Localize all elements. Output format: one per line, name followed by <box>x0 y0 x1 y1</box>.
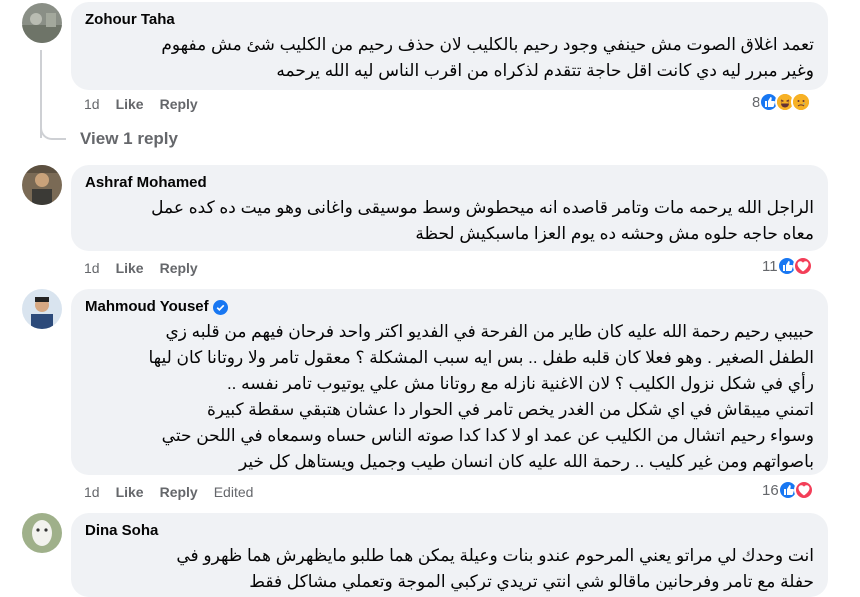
reaction-summary[interactable]: 8 <box>752 92 812 112</box>
comment-time[interactable]: 1d <box>84 483 100 501</box>
left-edge-strip <box>0 0 10 597</box>
reply-button[interactable]: Reply <box>160 259 198 277</box>
like-button[interactable]: Like <box>116 483 144 501</box>
comment-text: تعمد اغلاق الصوت مش حينفي وجود رحيم بالك… <box>161 35 814 80</box>
comment-author[interactable]: Zohour Taha <box>85 10 814 30</box>
edited-label[interactable]: Edited <box>214 483 254 501</box>
comment-bubble: Zohour Taha تعمد اغلاق الصوت مش حينفي وج… <box>71 2 828 90</box>
avatar-zohour-image <box>22 3 62 43</box>
reaction-summary[interactable]: 11 <box>762 256 813 276</box>
comment-author[interactable]: Mahmoud Yousef <box>85 297 814 317</box>
comment-actions: 1d Like Reply Edited <box>84 483 253 501</box>
avatar-mahmoud-image <box>22 289 62 329</box>
avatar[interactable] <box>22 289 62 329</box>
comment-time[interactable]: 1d <box>84 259 100 277</box>
avatar-dina-image <box>22 513 62 553</box>
comment-text: حبيبي رحيم رحمة الله عليه كان طاير من ال… <box>148 322 814 471</box>
comment-bubble: Ashraf Mohamed الراجل الله يرحمه مات وتا… <box>71 165 828 251</box>
comment-actions: 1d Like Reply <box>84 95 198 113</box>
like-button[interactable]: Like <box>116 259 144 277</box>
comment-bubble: Mahmoud Yousef حبيبي رحيم رحمة الله عليه… <box>71 289 828 475</box>
avatar-ashraf-image <box>22 165 62 205</box>
reply-button[interactable]: Reply <box>160 483 198 501</box>
comment-actions: 1d Like Reply <box>84 259 198 277</box>
reply-button[interactable]: Reply <box>160 95 198 113</box>
thread-curve <box>40 120 66 140</box>
avatar[interactable] <box>22 513 62 553</box>
sad-reaction-icon <box>791 92 812 112</box>
love-reaction-icon <box>792 256 813 276</box>
comment-time[interactable]: 1d <box>84 95 100 113</box>
comment-text: انت وحدك لي مراتو يعني المرحوم عندو بنات… <box>176 546 814 591</box>
view-replies-link[interactable]: View 1 reply <box>80 129 178 149</box>
reaction-count: 16 <box>762 481 779 499</box>
comment-text: الراجل الله يرحمه مات وتامر قاصده انه مي… <box>151 198 814 243</box>
comment-author[interactable]: Ashraf Mohamed <box>85 173 814 193</box>
comment-bubble: Dina Soha انت وحدك لي مراتو يعني المرحوم… <box>71 513 828 597</box>
love-reaction-icon <box>793 480 814 500</box>
like-button[interactable]: Like <box>116 95 144 113</box>
comment-author[interactable]: Dina Soha <box>85 521 814 541</box>
reaction-count: 11 <box>762 257 778 275</box>
avatar[interactable] <box>22 3 62 43</box>
verified-badge-icon <box>212 299 228 315</box>
avatar[interactable] <box>22 165 62 205</box>
reaction-summary[interactable]: 16 <box>762 480 814 500</box>
